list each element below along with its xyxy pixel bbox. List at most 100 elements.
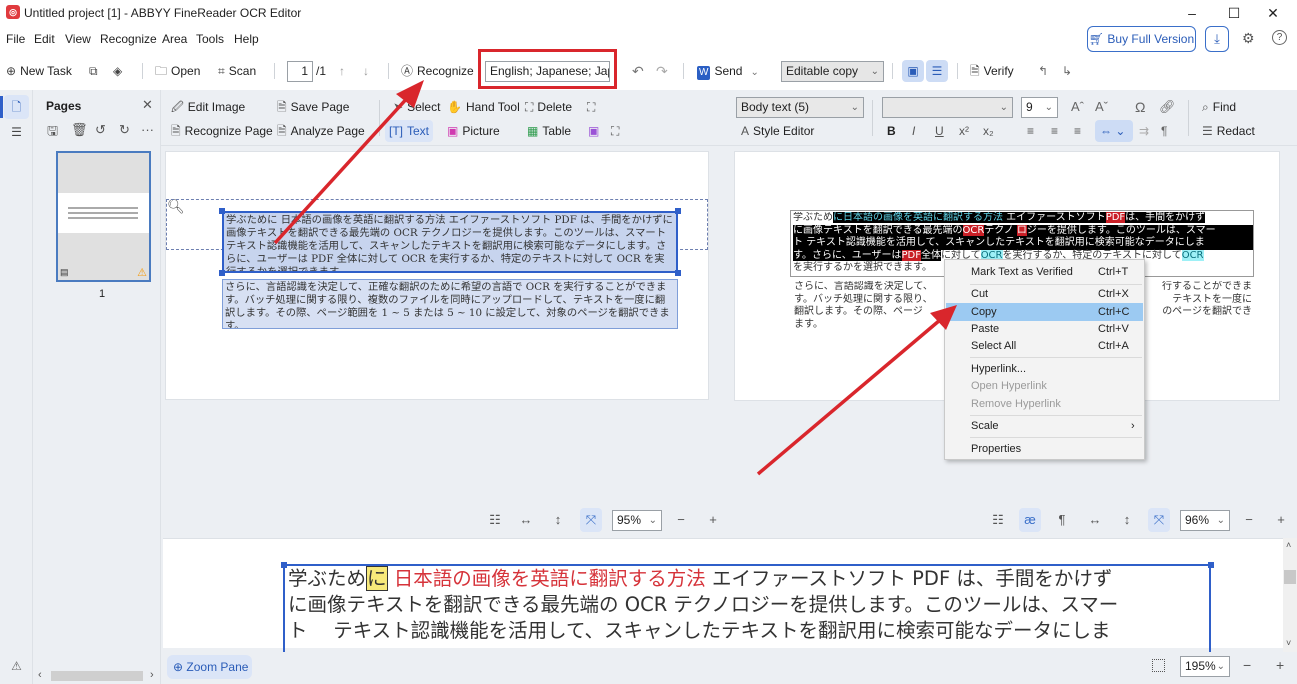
- fit-width-icon[interactable]: ↔: [1084, 508, 1106, 532]
- page-number-input[interactable]: 1: [287, 61, 313, 82]
- expand-area-icon[interactable]: ⛶: [587, 96, 599, 118]
- menu-item-paste[interactable]: Paste Ctrl+V: [946, 320, 1143, 338]
- fit-list-icon[interactable]: ☷: [484, 508, 506, 532]
- resize-handle[interactable]: [675, 270, 681, 276]
- zoom-out-icon[interactable]: −: [1238, 508, 1260, 532]
- select-area-icon[interactable]: [1152, 659, 1165, 672]
- recognize-page-button[interactable]: 🗎 Recognize Page: [171, 120, 273, 142]
- delete-area-button[interactable]: ⛶ Delete: [525, 96, 572, 118]
- zoom-in-icon[interactable]: +: [702, 508, 724, 532]
- zoom-out-icon[interactable]: −: [1243, 657, 1251, 673]
- menu-item-open-hyperlink[interactable]: Open Hyperlink: [946, 377, 1143, 395]
- table-area-button[interactable]: ▦ Table: [527, 120, 571, 142]
- subscript-icon[interactable]: x₂: [983, 120, 994, 142]
- menu-help[interactable]: Help: [234, 32, 259, 46]
- image-zoom-select[interactable]: 95% ⌄: [612, 510, 662, 531]
- zoom-pane-scrollbar[interactable]: ˄ ˅: [1283, 538, 1297, 652]
- layers-icon[interactable]: ◈: [113, 58, 126, 84]
- text-zoom-select[interactable]: 96% ⌄: [1180, 510, 1230, 531]
- underline-icon[interactable]: U: [935, 120, 944, 142]
- redo-icon[interactable]: ↷: [656, 58, 668, 84]
- zoom-in-icon[interactable]: +: [1276, 657, 1284, 673]
- page-thumbnail[interactable]: ▤ ⚠: [56, 151, 151, 282]
- gear-icon[interactable]: ⚙: [1242, 30, 1255, 47]
- text-view-icon[interactable]: ☰: [926, 60, 948, 82]
- menu-edit[interactable]: Edit: [34, 32, 55, 46]
- download-icon[interactable]: ⤓: [1205, 26, 1229, 52]
- menu-item-select-all[interactable]: Select All Ctrl+A: [946, 337, 1143, 355]
- italic-icon[interactable]: I: [912, 120, 915, 142]
- verify-button[interactable]: 🗎 Verify: [970, 58, 1014, 84]
- fit-height-icon[interactable]: ↕: [1116, 508, 1138, 532]
- superscript-icon[interactable]: x²: [959, 120, 969, 142]
- select-tool-button[interactable]: ➤ Select: [393, 96, 440, 118]
- increase-font-icon[interactable]: Aˆ: [1071, 96, 1084, 118]
- close-button[interactable]: ✕: [1253, 2, 1293, 24]
- minimize-button[interactable]: –: [1172, 2, 1212, 24]
- menu-item-scale[interactable]: Scale ›: [946, 417, 1143, 435]
- scan-button[interactable]: ⌗ Scan: [218, 58, 256, 84]
- pages-panel-icon[interactable]: 🗋: [4, 95, 29, 119]
- resize-handle[interactable]: [219, 208, 225, 214]
- redact-button[interactable]: ☰ Redact: [1202, 120, 1255, 142]
- menu-tools[interactable]: Tools: [196, 32, 224, 46]
- buy-full-version-button[interactable]: 🛒︎ Buy Full Version: [1087, 26, 1196, 52]
- edit-image-button[interactable]: 🖉 Edit Image: [171, 96, 245, 118]
- paragraph-icon[interactable]: ¶: [1161, 120, 1167, 142]
- align-center-icon[interactable]: ≡: [1051, 120, 1058, 142]
- fit-list-icon[interactable]: ☷: [987, 508, 1009, 532]
- decrease-font-icon[interactable]: Aˇ: [1095, 96, 1108, 118]
- text-block-2[interactable]: さらに、言語認識を決定して、正確な翻訳のために希望の言語で OCR を実行するこ…: [222, 279, 678, 329]
- previous-error-icon[interactable]: ↰: [1038, 58, 1048, 84]
- delete-icon[interactable]: 🗑: [71, 122, 88, 138]
- text-area-button[interactable]: [T] Text: [385, 120, 434, 142]
- style-select[interactable]: Body text (5) ⌄: [736, 97, 864, 118]
- style-editor-button[interactable]: A Style Editor: [741, 120, 814, 142]
- menu-item-properties[interactable]: Properties: [946, 440, 1143, 458]
- paragraph-2-left[interactable]: さらに、言語認識を決定して、 す。バッチ処理に関する限り、 翻訳します。その際、ペー…: [794, 281, 944, 333]
- resize-handle[interactable]: [675, 208, 681, 214]
- font-size-select[interactable]: 9 ⌄: [1021, 97, 1058, 118]
- zoomed-text-block[interactable]: 学ぶために 日本語の画像を英語に翻訳する方法 エイファーストソフト PDF は、…: [283, 564, 1211, 654]
- save-page-button[interactable]: 🗎 Save Page: [277, 96, 349, 118]
- image-view-icon[interactable]: ▣: [902, 60, 924, 82]
- resize-handle[interactable]: [281, 562, 287, 568]
- next-page-icon[interactable]: ↓: [363, 58, 369, 84]
- maximize-button[interactable]: ☐: [1214, 2, 1254, 24]
- align-left-icon[interactable]: ≡: [1027, 120, 1034, 142]
- menu-view[interactable]: View: [65, 32, 91, 46]
- menu-item-remove-hyperlink[interactable]: Remove Hyperlink: [946, 395, 1143, 413]
- image-pane[interactable]: [165, 151, 709, 400]
- spell-check-icon[interactable]: æ: [1019, 508, 1041, 532]
- previous-page-icon[interactable]: ↑: [339, 58, 345, 84]
- fit-page-icon[interactable]: ⤧: [1148, 508, 1170, 532]
- resize-handle[interactable]: [219, 270, 225, 276]
- zoom-in-icon[interactable]: +: [1270, 508, 1292, 532]
- save-icon[interactable]: 🖫: [47, 122, 58, 144]
- picture-area-button[interactable]: ▣ Picture: [447, 120, 500, 142]
- menu-area[interactable]: Area: [162, 32, 187, 46]
- layers-add-icon[interactable]: ⧉: [89, 58, 102, 84]
- fit-height-icon[interactable]: ↕: [547, 508, 569, 532]
- new-task-button[interactable]: ⊕ New Task: [6, 58, 72, 84]
- next-error-icon[interactable]: ↳: [1062, 58, 1072, 84]
- find-button[interactable]: ⌕ Find: [1202, 96, 1236, 118]
- analyze-page-button[interactable]: 🗎 Analyze Page: [277, 120, 365, 142]
- zoom-pane-zoom-select[interactable]: 195% ⌄: [1180, 656, 1230, 677]
- show-paragraph-icon[interactable]: ¶: [1051, 508, 1073, 532]
- hand-tool-button[interactable]: ✋ Hand Tool: [447, 96, 520, 118]
- menu-item-copy[interactable]: Copy Ctrl+C: [946, 303, 1143, 321]
- help-icon[interactable]: ?: [1272, 30, 1287, 45]
- outline-list-icon[interactable]: ☰: [4, 120, 29, 144]
- fit-page-icon[interactable]: ⤧: [580, 508, 602, 532]
- text-block-1[interactable]: 学ぶために 日本語の画像を英語に翻訳する方法 エイファーストソフト PDF は、…: [222, 211, 678, 273]
- menu-item-mark-verified[interactable]: Mark Text as Verified Ctrl+T: [946, 263, 1143, 281]
- menu-file[interactable]: File: [6, 32, 25, 46]
- indent-icon[interactable]: ⇉: [1139, 120, 1149, 142]
- open-button[interactable]: 🗀 Open: [155, 58, 200, 84]
- rotate-left-icon[interactable]: ↺: [95, 122, 106, 138]
- bold-icon[interactable]: B: [887, 120, 896, 142]
- rotate-right-icon[interactable]: ↻: [119, 122, 130, 138]
- menu-item-cut[interactable]: Cut Ctrl+X: [946, 285, 1143, 303]
- barcode-area-icon[interactable]: ⛶: [611, 120, 619, 142]
